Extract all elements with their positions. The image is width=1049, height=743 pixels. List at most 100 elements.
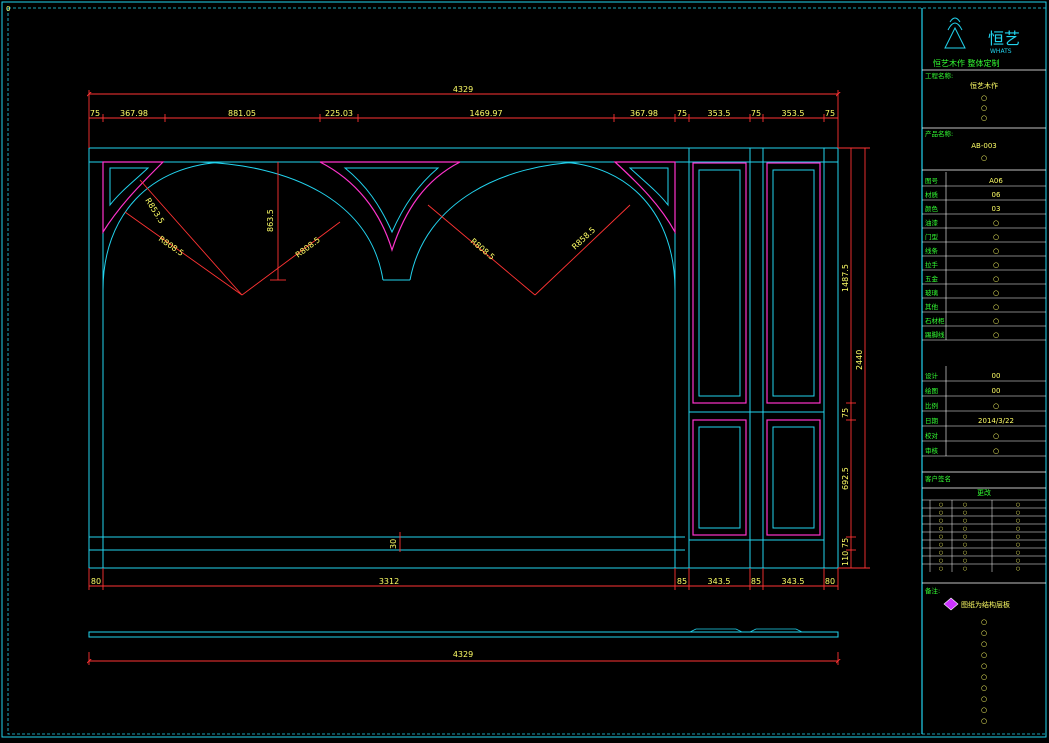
spec-value: ○ xyxy=(993,247,999,255)
table-cell: ○ xyxy=(1016,534,1020,540)
spec-value: 00 xyxy=(992,372,1001,380)
table-cell: ○ xyxy=(1016,510,1020,516)
spandrel-right-outer xyxy=(613,161,676,235)
arch-2-left-curve xyxy=(409,161,581,281)
plan-total-dim: 4329 xyxy=(453,650,473,659)
spec-value: ○ xyxy=(993,331,999,339)
plan-view xyxy=(88,628,839,665)
table-cell: ○ xyxy=(939,566,943,572)
remark-bullet: ○ xyxy=(981,629,987,637)
corner-tag: 0 xyxy=(6,5,10,13)
spec-label: 比例 xyxy=(925,401,938,410)
top-dim-lines xyxy=(89,90,838,148)
door-panel-1-lower xyxy=(692,419,747,536)
outer-frame xyxy=(1,1,1047,738)
spec-value: ○ xyxy=(993,402,999,410)
table-cell: ○ xyxy=(963,542,967,548)
door-panel-1-lower-inner xyxy=(698,426,741,529)
table-cell: ○ xyxy=(1016,566,1020,572)
radius-label-2: R808.5 xyxy=(157,234,185,258)
door-panel-1-upper xyxy=(692,162,747,404)
table-cell: ○ xyxy=(939,502,943,508)
spec-label: 其他 xyxy=(925,302,939,311)
table-cell: ○ xyxy=(963,510,967,516)
remark-bullet: ○ xyxy=(981,717,987,725)
spandrel-left-outer xyxy=(102,161,165,235)
spec-value: 06 xyxy=(992,191,1001,199)
spec-table: 图号 A06 材质 06 颜色 03 油漆 ○ 门型 ○ 线条 ○ 拉手 ○ 五金 ○ 玻璃 ○ 其他 ○ 石材柜 ○ 踢脚… xyxy=(922,172,1046,341)
spandrel-left-inner xyxy=(109,167,150,207)
spec-value: ○ xyxy=(993,432,999,440)
remark-bullet: ○ xyxy=(981,662,987,670)
dim-top-9: 75 xyxy=(751,109,761,118)
svg-text:○: ○ xyxy=(981,154,987,162)
tree-icon xyxy=(944,26,966,49)
spec-value: 03 xyxy=(992,205,1001,213)
table-cell: ○ xyxy=(939,534,943,540)
spec-label: 校对 xyxy=(925,431,939,440)
remark-bullet: ○ xyxy=(981,706,987,714)
table-cell: ○ xyxy=(963,534,967,540)
table-cell: ○ xyxy=(1016,542,1020,548)
spec-label: 审核 xyxy=(925,446,939,455)
dim-right-3: 75 xyxy=(841,408,850,418)
spec-label: 设计 xyxy=(925,371,939,380)
radius-label-1: R853.5 xyxy=(143,196,166,225)
radius-label-5: R858.5 xyxy=(570,225,597,251)
remark-bullet: ○ xyxy=(981,684,987,692)
spec-label: 门型 xyxy=(925,232,939,241)
dim-bottom-4: 343.5 xyxy=(708,577,731,586)
table-cell: ○ xyxy=(1016,518,1020,524)
door-panel-2-lower xyxy=(766,419,821,536)
spec-label: 玻璃 xyxy=(925,288,939,297)
table-cell: ○ xyxy=(1016,526,1020,532)
revision-header: 更改 xyxy=(977,488,991,497)
table-cell: ○ xyxy=(963,566,967,572)
project-value: 恒艺木作 xyxy=(970,81,998,90)
logo-text: 恒艺 xyxy=(988,29,1020,48)
spec-label: 油漆 xyxy=(925,218,939,227)
table-cell: ○ xyxy=(963,526,967,532)
table-cell: ○ xyxy=(939,518,943,524)
radius-label-3: R808.5 xyxy=(294,235,322,259)
right-dim-lines xyxy=(838,147,870,569)
table-cell: ○ xyxy=(939,542,943,548)
remark-bullet: ○ xyxy=(981,618,987,626)
logo: 恒艺 WHATS xyxy=(944,17,1020,55)
table-cell: ○ xyxy=(1016,502,1020,508)
arch-left-curve xyxy=(102,161,226,291)
door-panel-2-lower-inner xyxy=(772,426,815,529)
base-height-label: 30 xyxy=(389,539,398,549)
table-cell: ○ xyxy=(939,550,943,556)
project-label: 工程名称: xyxy=(925,71,953,80)
remark-bullet: ○ xyxy=(981,651,987,659)
remark-note: 图纸为结构层板 xyxy=(961,600,1010,609)
wall-outline xyxy=(88,147,839,569)
elevation-view xyxy=(88,147,839,569)
title-block: 恒艺 WHATS 恒艺木作 整体定制 工程名称: 恒艺木作 ○ ○ ○ 产品名称… xyxy=(922,17,1046,725)
table-cell: ○ xyxy=(963,502,967,508)
spec-value: A06 xyxy=(989,177,1003,185)
spec-value: 2014/3/22 xyxy=(978,417,1014,425)
door-panel-2-upper-inner xyxy=(772,169,815,397)
svg-text:○: ○ xyxy=(981,104,987,112)
inner-frame xyxy=(7,7,1047,735)
plan-outline xyxy=(88,631,839,638)
spec-value: ○ xyxy=(993,219,999,227)
dim-top-3: 881.05 xyxy=(228,109,256,118)
dim-bottom-7: 80 xyxy=(825,577,835,586)
dim-top-10: 353.5 xyxy=(782,109,805,118)
spandrel-center-inner xyxy=(343,167,440,234)
spec-label: 拉手 xyxy=(925,260,939,269)
door-panel-2-upper xyxy=(766,162,821,404)
dim-top-8: 353.5 xyxy=(708,109,731,118)
cad-drawing-viewport[interactable]: 0 R853.5 R808.5 R808.5 R808.5 R858.5 863… xyxy=(0,0,1049,739)
logo-subtext: WHATS xyxy=(990,48,1012,55)
drawing-label: 产品名称: xyxy=(925,129,953,138)
spec-label: 踢脚线 xyxy=(925,330,945,339)
remark-bullet: ○ xyxy=(981,673,987,681)
spec-value: ○ xyxy=(993,289,999,297)
spec-value: ○ xyxy=(993,261,999,269)
spec-value: ○ xyxy=(993,303,999,311)
revision-table: ○ ○ ○ ○ ○ ○ ○ ○ ○ ○ ○ ○ ○ ○ ○ ○ ○ ○ ○ ○ ○ ○ ○ ○ ○ ○ ○ xyxy=(922,499,1046,572)
